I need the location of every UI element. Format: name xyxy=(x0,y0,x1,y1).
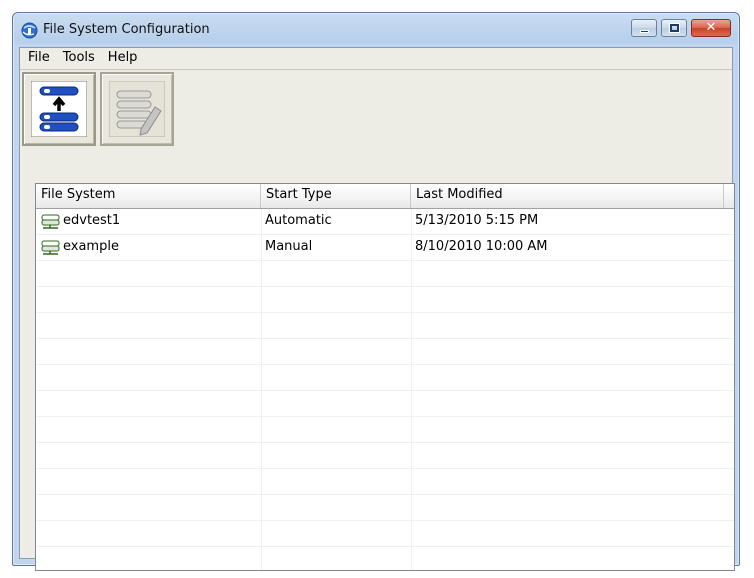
cell-last-modified: 5/13/2010 5:15 PM xyxy=(415,213,539,228)
add-filesystem-button[interactable] xyxy=(22,72,96,146)
cell-last-modified: 8/10/2010 10:00 AM xyxy=(415,239,548,254)
column-last-modified[interactable]: Last Modified xyxy=(411,184,724,208)
table-row[interactable]: edvtest1 Automatic 5/13/2010 5:15 PM xyxy=(36,209,734,235)
window-title: File System Configuration xyxy=(43,22,210,37)
empty-row xyxy=(36,443,734,469)
app-window: File System Configuration ✕ File Tools H… xyxy=(12,12,740,571)
edit-filesystem-icon xyxy=(109,81,165,137)
cell-file-system: edvtest1 xyxy=(36,209,261,234)
cell-start-type: Automatic xyxy=(265,213,332,228)
empty-row xyxy=(36,391,734,417)
list-body: edvtest1 Automatic 5/13/2010 5:15 PM exa… xyxy=(36,209,734,570)
column-gridline xyxy=(261,209,262,570)
empty-row xyxy=(36,547,734,570)
menu-file[interactable]: File xyxy=(22,48,57,68)
filesystem-icon xyxy=(41,214,60,229)
cell-file-system: example xyxy=(36,235,261,260)
menu-tools[interactable]: Tools xyxy=(57,48,102,68)
filesystem-name: edvtest1 xyxy=(63,213,121,228)
filesystem-name: example xyxy=(63,239,119,254)
close-icon: ✕ xyxy=(705,20,717,35)
minimize-button[interactable] xyxy=(631,19,657,37)
maximize-icon xyxy=(669,23,680,33)
empty-row xyxy=(36,339,734,365)
edit-filesystem-button[interactable] xyxy=(100,72,174,146)
empty-row xyxy=(36,261,734,287)
close-button[interactable]: ✕ xyxy=(691,19,731,37)
empty-row xyxy=(36,313,734,339)
empty-row xyxy=(36,417,734,443)
add-filesystem-icon xyxy=(31,81,87,137)
column-start-type[interactable]: Start Type xyxy=(261,184,411,208)
table-row[interactable]: example Manual 8/10/2010 10:00 AM xyxy=(36,235,734,261)
app-globe-icon xyxy=(21,22,38,39)
empty-row xyxy=(36,495,734,521)
menu-help[interactable]: Help xyxy=(102,48,145,68)
toolbar xyxy=(22,72,174,166)
empty-row xyxy=(36,287,734,313)
cell-start-type: Manual xyxy=(265,239,313,254)
minimize-icon xyxy=(640,30,649,33)
column-file-system[interactable]: File System xyxy=(36,184,261,208)
empty-row xyxy=(36,365,734,391)
menu-bar: File Tools Help xyxy=(20,48,732,68)
menu-divider xyxy=(20,69,732,70)
empty-row xyxy=(36,521,734,547)
filesystem-list[interactable]: File System Start Type Last Modified edv… xyxy=(35,183,735,571)
column-gridline xyxy=(411,209,412,570)
empty-row xyxy=(36,469,734,495)
filesystem-icon xyxy=(41,240,60,255)
title-bar[interactable]: File System Configuration ✕ xyxy=(13,13,739,47)
maximize-button[interactable] xyxy=(661,19,687,37)
list-header: File System Start Type Last Modified xyxy=(36,184,734,209)
